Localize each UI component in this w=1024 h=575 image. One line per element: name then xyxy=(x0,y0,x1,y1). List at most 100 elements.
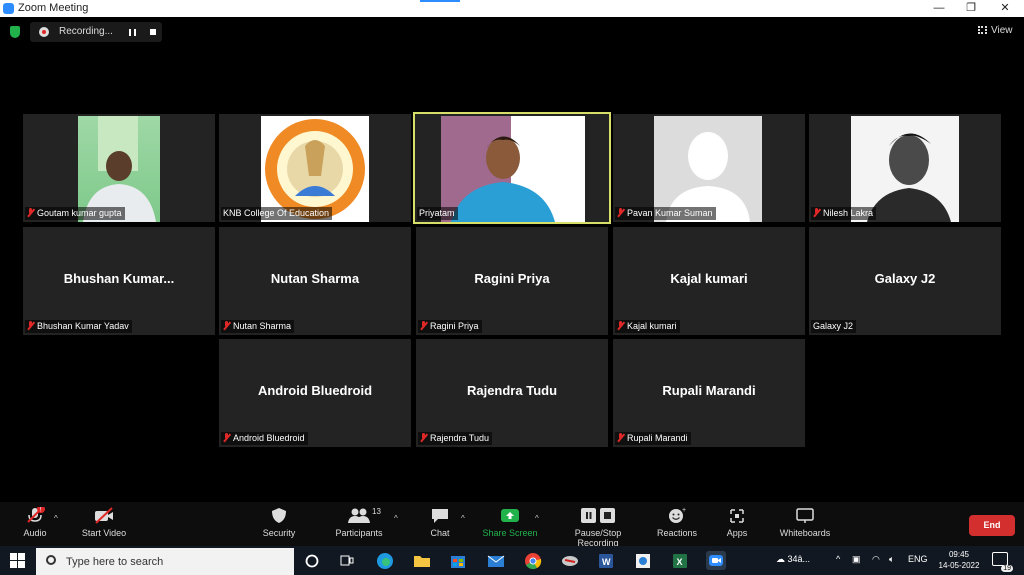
participant-tile[interactable]: Galaxy J2 Galaxy J2 xyxy=(809,227,1001,335)
participant-tile[interactable]: Rajendra Tudu Rajendra Tudu xyxy=(416,339,608,447)
svg-text:W: W xyxy=(602,557,611,567)
volume-icon[interactable]: 🔈︎ xyxy=(889,554,894,565)
store-icon[interactable] xyxy=(448,551,468,570)
close-button[interactable]: ✕ xyxy=(990,0,1020,17)
participant-name-label: Rajendra Tudu xyxy=(418,432,493,445)
windows-start-icon[interactable] xyxy=(10,553,25,568)
participant-display-name: Bhushan Kumar... xyxy=(63,271,175,286)
muted-mic-icon xyxy=(617,208,624,217)
language-indicator[interactable]: ENG xyxy=(908,554,928,564)
stop-recording-icon[interactable] xyxy=(150,29,156,35)
chat-options-caret-icon[interactable]: ^ xyxy=(461,514,465,523)
mail-icon[interactable] xyxy=(486,551,506,570)
notifications-icon[interactable]: 19 xyxy=(992,552,1013,572)
chrome-icon[interactable] xyxy=(523,551,543,570)
muted-mic-icon xyxy=(223,433,230,442)
clock-time: 09:45 xyxy=(948,550,970,559)
muted-mic-icon xyxy=(813,208,820,217)
pause-stop-recording-button[interactable]: Pause/Stop Recording xyxy=(553,507,643,548)
network-icon[interactable]: ◠ xyxy=(872,554,880,565)
participant-display-name: Rupali Marandi xyxy=(662,383,756,398)
whiteboards-label: Whiteboards xyxy=(779,528,831,538)
participant-tile[interactable]: Nutan Sharma Nutan Sharma xyxy=(219,227,411,335)
audio-button[interactable]: ! Audio xyxy=(20,505,50,538)
windows-taskbar: Type here to search W X ☁ 34â... ^ ▣ ◠ 🔈… xyxy=(0,546,1024,575)
start-video-label: Start Video xyxy=(81,528,127,538)
reactions-button[interactable]: + Reactions xyxy=(656,507,698,538)
taskbar-clock[interactable]: 09:45 14-05-2022 xyxy=(934,549,984,571)
participants-options-caret-icon[interactable]: ^ xyxy=(394,514,398,523)
participant-tile-active-speaker[interactable]: Priyatam xyxy=(413,112,611,224)
zoom-logo-icon xyxy=(3,3,14,14)
chat-icon xyxy=(430,507,450,524)
pause-recording-icon[interactable] xyxy=(129,29,136,36)
view-button[interactable]: View xyxy=(978,25,1013,36)
search-placeholder: Type here to search xyxy=(66,556,164,568)
meeting-toolbar: ! Audio ^ Start Video Security 13 Partic… xyxy=(0,502,1024,548)
title-bar: Zoom Meeting — ❐ ✕ xyxy=(0,0,1024,17)
participant-tile[interactable]: Android Bluedroid Android Bluedroid xyxy=(219,339,411,447)
security-button[interactable]: Security xyxy=(259,507,299,538)
task-view-icon[interactable] xyxy=(337,551,357,570)
audio-options-caret-icon[interactable]: ^ xyxy=(54,514,58,523)
participant-tile[interactable]: Bhushan Kumar... Bhushan Kumar Yadav xyxy=(23,227,215,335)
share-options-caret-icon[interactable]: ^ xyxy=(535,514,539,523)
participant-tile[interactable]: Kajal kumari Kajal kumari xyxy=(613,227,805,335)
participant-tile[interactable]: KNB College Of Education xyxy=(219,114,411,222)
start-video-button[interactable]: Start Video xyxy=(80,507,128,538)
participant-tile[interactable]: Ragini Priya Ragini Priya xyxy=(416,227,608,335)
window-title: Zoom Meeting xyxy=(18,2,89,14)
recording-dot-icon xyxy=(39,27,49,37)
media-player-icon[interactable] xyxy=(633,551,653,570)
participant-display-name: Kajal kumari xyxy=(670,271,748,286)
participant-name-label: Bhushan Kumar Yadav xyxy=(25,320,132,333)
cortana-icon[interactable] xyxy=(302,551,322,570)
muted-mic-icon xyxy=(420,321,427,330)
muted-mic-icon xyxy=(27,208,34,217)
participant-name-label: Pavan Kumar Suman xyxy=(615,207,716,220)
clock-date: 14-05-2022 xyxy=(938,561,980,570)
participant-video xyxy=(441,116,585,222)
chat-button[interactable]: Chat xyxy=(425,507,455,538)
tray-app-icon[interactable]: ▣ xyxy=(852,554,861,565)
participant-name-label: Nilesh Lakra xyxy=(811,207,877,220)
file-explorer-icon[interactable] xyxy=(412,551,432,570)
participants-count: 13 xyxy=(372,507,381,516)
participant-name-label: Goutam kumar gupta xyxy=(25,207,125,220)
app-icon[interactable] xyxy=(560,551,580,570)
participant-display-name: Android Bluedroid xyxy=(257,383,373,398)
weather-widget[interactable]: ☁ 34â... xyxy=(776,554,810,565)
share-screen-button[interactable]: Share Screen xyxy=(482,507,538,538)
minimize-button[interactable]: — xyxy=(924,0,954,17)
share-screen-icon xyxy=(500,507,520,524)
participant-tile[interactable]: Goutam kumar gupta xyxy=(23,114,215,222)
participant-tile[interactable]: Nilesh Lakra xyxy=(809,114,1001,222)
zoom-taskbar-icon[interactable] xyxy=(706,551,726,570)
video-off-icon xyxy=(94,507,114,524)
participant-display-name: Nutan Sharma xyxy=(270,271,360,286)
edge-browser-icon[interactable] xyxy=(375,551,395,570)
security-shield-icon[interactable] xyxy=(10,26,20,38)
notification-count: 19 xyxy=(1001,565,1013,572)
end-meeting-button[interactable]: End xyxy=(969,515,1015,536)
muted-microphone-icon: ! xyxy=(25,505,45,524)
recording-label: Recording... xyxy=(59,26,113,37)
whiteboard-icon xyxy=(795,507,815,524)
maximize-button[interactable]: ❐ xyxy=(956,0,986,17)
taskbar-search-box[interactable]: Type here to search xyxy=(36,548,294,575)
word-icon[interactable]: W xyxy=(596,551,616,570)
apps-button[interactable]: Apps xyxy=(723,507,751,538)
excel-icon[interactable]: X xyxy=(670,551,690,570)
participants-icon: 13 xyxy=(339,507,381,524)
participant-tile[interactable]: Pavan Kumar Suman xyxy=(613,114,805,222)
tray-overflow-icon[interactable]: ^ xyxy=(836,554,840,564)
svg-text:X: X xyxy=(677,557,683,567)
smiley-icon: + xyxy=(667,507,687,524)
whiteboards-button[interactable]: Whiteboards xyxy=(777,507,833,538)
participant-tile[interactable]: Rupali Marandi Rupali Marandi xyxy=(613,339,805,447)
top-indicator xyxy=(420,0,460,2)
participant-display-name: Galaxy J2 xyxy=(874,271,936,286)
participant-name-label: Kajal kumari xyxy=(615,320,680,333)
participants-button[interactable]: 13 Participants xyxy=(331,507,387,538)
svg-text:+: + xyxy=(682,507,686,514)
